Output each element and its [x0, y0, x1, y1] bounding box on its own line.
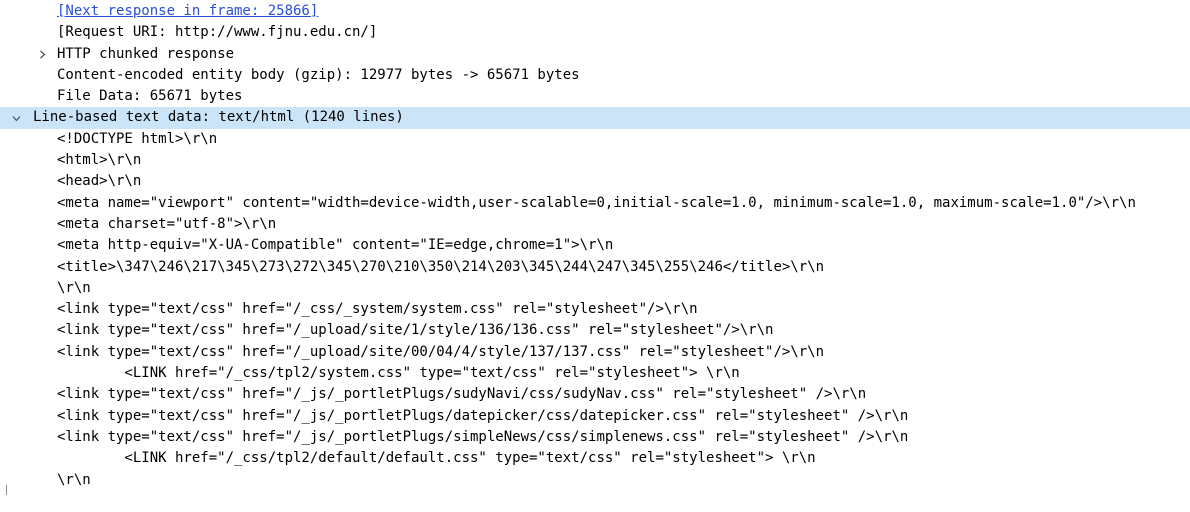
chevron-down-icon[interactable]	[9, 107, 23, 128]
text-line-row[interactable]: <title>\347\246\217\345\273\272\345\270\…	[0, 257, 1190, 278]
content-encoded-body-text: Content-encoded entity body (gzip): 1297…	[57, 66, 580, 83]
request-uri-row[interactable]: [Request URI: http://www.fjnu.edu.cn/]	[0, 22, 1190, 43]
line-based-text-data-text: Line-based text data: text/html (1240 li…	[33, 109, 404, 126]
text-line-content: <link type="text/css" href="/_css/_syste…	[57, 301, 698, 318]
text-line-row[interactable]: <meta charset="utf-8">\r\n	[0, 214, 1190, 235]
text-line-content: <LINK href="/_css/tpl2/default/default.c…	[57, 450, 816, 467]
text-line-row[interactable]: <meta name="viewport" content="width=dev…	[0, 193, 1190, 214]
file-data-text: File Data: 65671 bytes	[57, 88, 243, 105]
text-line-row[interactable]: <!DOCTYPE html>\r\n	[0, 129, 1190, 150]
text-line-content: <head>\r\n	[57, 173, 142, 190]
text-line-row[interactable]: <link type="text/css" href="/_css/_syste…	[0, 299, 1190, 320]
text-line-content: <!DOCTYPE html>\r\n	[57, 130, 218, 147]
request-uri-text: [Request URI: http://www.fjnu.edu.cn/]	[57, 24, 378, 41]
line-based-text-data-row[interactable]: Line-based text data: text/html (1240 li…	[0, 107, 1190, 129]
text-line-row[interactable]: <LINK href="/_css/tpl2/default/default.c…	[0, 448, 1190, 469]
text-line-row[interactable]: <link type="text/css" href="/_upload/sit…	[0, 342, 1190, 363]
text-line-content: <link type="text/css" href="/_js/_portle…	[57, 407, 909, 424]
text-line-content: <LINK href="/_css/tpl2/system.css" type=…	[57, 365, 740, 382]
text-line-row[interactable]: <meta http-equiv="X-UA-Compatible" conte…	[0, 235, 1190, 256]
http-chunked-response-row[interactable]: HTTP chunked response	[0, 44, 1190, 65]
http-chunked-response-text: HTTP chunked response	[57, 45, 235, 62]
text-line-content: <title>\347\246\217\345\273\272\345\270\…	[57, 258, 825, 275]
packet-details-tree[interactable]: [Next response in frame: 25866] [Request…	[0, 1, 1190, 491]
text-line-content: <html>\r\n	[57, 152, 142, 169]
text-line-row[interactable]: \r\n	[0, 278, 1190, 299]
text-line-row[interactable]: <link type="text/css" href="/_upload/sit…	[0, 320, 1190, 341]
text-line-row[interactable]: \r\n	[0, 470, 1190, 491]
text-line-content: <meta http-equiv="X-UA-Compatible" conte…	[57, 237, 614, 254]
next-response-link[interactable]: [Next response in frame: 25866]	[57, 1, 318, 22]
text-line-content: \r\n	[57, 471, 91, 488]
tree-guide-line	[6, 485, 7, 495]
text-line-row[interactable]: <link type="text/css" href="/_js/_portle…	[0, 406, 1190, 427]
text-line-content: <link type="text/css" href="/_upload/sit…	[57, 343, 825, 360]
text-line-row[interactable]: <LINK href="/_css/tpl2/system.css" type=…	[0, 363, 1190, 384]
file-data-row[interactable]: File Data: 65671 bytes	[0, 86, 1190, 107]
text-line-row[interactable]: <link type="text/css" href="/_js/_portle…	[0, 384, 1190, 405]
text-line-content: <link type="text/css" href="/_js/_portle…	[57, 428, 909, 445]
text-line-content: <meta charset="utf-8">\r\n	[57, 215, 277, 232]
next-response-frame-row[interactable]: [Next response in frame: 25866]	[0, 1, 1190, 22]
text-line-row[interactable]: <head>\r\n	[0, 171, 1190, 192]
text-line-content: <link type="text/css" href="/_js/_portle…	[57, 386, 867, 403]
text-line-content: <link type="text/css" href="/_upload/sit…	[57, 322, 774, 339]
text-line-content: <meta name="viewport" content="width=dev…	[57, 194, 1136, 211]
text-line-row[interactable]: <html>\r\n	[0, 150, 1190, 171]
chevron-right-icon[interactable]	[35, 44, 49, 65]
text-line-content: \r\n	[57, 279, 91, 296]
text-line-row[interactable]: <link type="text/css" href="/_js/_portle…	[0, 427, 1190, 448]
content-encoded-body-row[interactable]: Content-encoded entity body (gzip): 1297…	[0, 65, 1190, 86]
